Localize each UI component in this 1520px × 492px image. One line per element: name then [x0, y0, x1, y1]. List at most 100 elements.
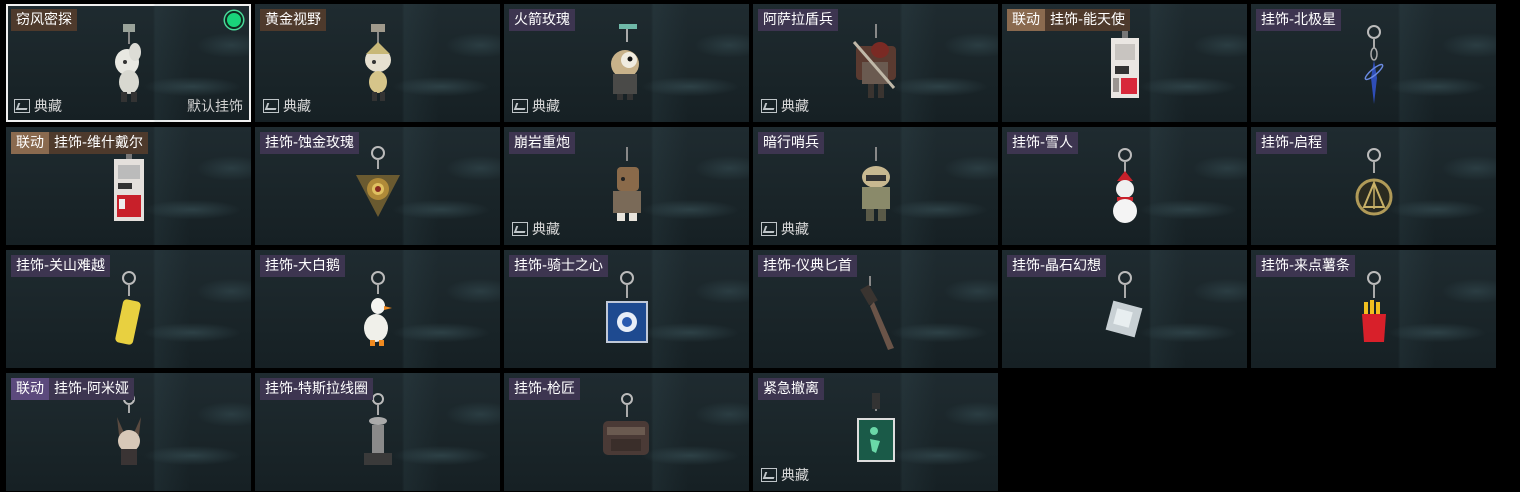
- tesla-coil-charm-icon: [348, 391, 408, 486]
- charm-name: 挂饰-特斯拉线圈: [260, 378, 374, 400]
- charm-card[interactable]: 挂饰-来点薯条: [1251, 250, 1496, 368]
- charm-card[interactable]: 联动 挂饰-能天使: [1002, 4, 1247, 122]
- charm-name: 挂饰-启程: [1256, 132, 1328, 154]
- golden-figure-charm-icon: [348, 22, 408, 117]
- wisadel-card-charm-icon: [99, 145, 159, 240]
- collection-badge: 典藏: [512, 219, 560, 239]
- exusiai-card-charm-icon: [1095, 22, 1155, 117]
- card-header: 挂饰-启程: [1256, 132, 1328, 154]
- charm-card[interactable]: 挂饰-仪典匕首: [753, 250, 998, 368]
- rocket-rose-charm-icon: [597, 22, 657, 117]
- equipped-indicator-icon: [225, 11, 243, 29]
- charm-card[interactable]: 联动 挂饰-维什戴尔: [6, 127, 251, 245]
- charm-card[interactable]: 挂饰-特斯拉线圈: [255, 373, 500, 491]
- charm-card[interactable]: 挂饰-北极星: [1251, 4, 1496, 122]
- card-header: 挂饰-仪典匕首: [758, 255, 858, 277]
- card-header: 阿萨拉盾兵: [758, 9, 838, 31]
- charm-card[interactable]: 挂饰-蚀金玫瑰: [255, 127, 500, 245]
- charm-name: 挂饰-来点薯条: [1256, 255, 1356, 277]
- card-header: 暗行哨兵: [758, 132, 824, 154]
- collection-label: 典藏: [781, 222, 809, 238]
- card-header: 联动 挂饰-能天使: [1007, 9, 1131, 31]
- collection-badge: 典藏: [761, 219, 809, 239]
- collection-icon: [512, 222, 528, 236]
- charm-card[interactable]: 挂饰-雪人: [1002, 127, 1247, 245]
- charm-card[interactable]: 阿萨拉盾兵 典藏: [753, 4, 998, 122]
- charm-card[interactable]: 挂饰-启程: [1251, 127, 1496, 245]
- gold-rose-charm-icon: [348, 145, 408, 240]
- evac-sign-charm-icon: [846, 391, 906, 486]
- charm-name: 挂饰-阿米娅: [49, 378, 135, 400]
- charm-name: 紧急撤离: [758, 378, 824, 400]
- charm-name: 火箭玫瑰: [509, 9, 575, 31]
- collection-badge: 典藏: [761, 96, 809, 116]
- charm-card[interactable]: 窃风密探典藏 默认挂饰: [6, 4, 251, 122]
- card-header: 联动 挂饰-阿米娅: [11, 378, 135, 400]
- knight-heart-charm-icon: [597, 268, 657, 363]
- collection-badge: 典藏: [263, 96, 311, 116]
- amiya-charm-icon: [99, 391, 159, 486]
- card-header: 挂饰-雪人: [1007, 132, 1079, 154]
- card-header: 挂饰-蚀金玫瑰: [260, 132, 360, 154]
- charm-card[interactable]: 挂饰-晶石幻想: [1002, 250, 1247, 368]
- heavy-cannon-charm-icon: [597, 145, 657, 240]
- charm-name: 挂饰-关山难越: [11, 255, 111, 277]
- card-header: 挂饰-北极星: [1256, 9, 1342, 31]
- collection-badge: 典藏: [761, 465, 809, 485]
- card-header: 挂饰-大白鹅: [260, 255, 346, 277]
- card-header: 紧急撤离: [758, 378, 824, 400]
- charm-name: 挂饰-北极星: [1256, 9, 1342, 31]
- gunsmith-case-charm-icon: [597, 391, 657, 486]
- card-header: 挂饰-晶石幻想: [1007, 255, 1107, 277]
- collection-icon: [761, 222, 777, 236]
- shield-soldier-charm-icon: [846, 22, 906, 117]
- charm-name: 挂饰-晶石幻想: [1007, 255, 1107, 277]
- charm-name: 挂饰-蚀金玫瑰: [260, 132, 360, 154]
- collection-badge: 典藏: [14, 96, 62, 116]
- compass-medal-charm-icon: [1344, 145, 1404, 240]
- charm-card[interactable]: 紧急撤离 典藏: [753, 373, 998, 491]
- charm-name: 阿萨拉盾兵: [758, 9, 838, 31]
- white-goose-charm-icon: [348, 268, 408, 363]
- card-header: 挂饰-骑士之心: [509, 255, 609, 277]
- collab-tag: 联动: [1007, 9, 1045, 31]
- charm-card[interactable]: 黄金视野 典藏: [255, 4, 500, 122]
- collection-label: 典藏: [34, 99, 62, 115]
- charm-name: 崩岩重炮: [509, 132, 575, 154]
- sentinel-charm-icon: [846, 145, 906, 240]
- fries-charm-icon: [1344, 268, 1404, 363]
- charm-name: 挂饰-大白鹅: [260, 255, 346, 277]
- charm-name: 暗行哨兵: [758, 132, 824, 154]
- default-charm-label: 默认挂饰: [187, 99, 243, 115]
- card-header: 联动 挂饰-维什戴尔: [11, 132, 149, 154]
- ceremonial-dagger-charm-icon: [846, 268, 906, 363]
- charm-card[interactable]: 暗行哨兵典藏: [753, 127, 998, 245]
- charm-name: 挂饰-仪典匕首: [758, 255, 858, 277]
- collection-icon: [14, 99, 30, 113]
- charm-card[interactable]: 联动 挂饰-阿米娅: [6, 373, 251, 491]
- polaris-charm-icon: [1344, 22, 1404, 117]
- yellow-tag-charm-icon: [99, 268, 159, 363]
- crystal-charm-icon: [1095, 268, 1155, 363]
- charm-card[interactable]: 挂饰-骑士之心: [504, 250, 749, 368]
- charm-card[interactable]: 挂饰-大白鹅: [255, 250, 500, 368]
- charm-card[interactable]: 崩岩重炮 典藏: [504, 127, 749, 245]
- charm-name: 挂饰-能天使: [1045, 9, 1131, 31]
- charm-card[interactable]: 火箭玫瑰典藏: [504, 4, 749, 122]
- card-header: 挂饰-关山难越: [11, 255, 111, 277]
- card-header: 崩岩重炮: [509, 132, 575, 154]
- charm-name: 挂饰-雪人: [1007, 132, 1079, 154]
- charm-name: 挂饰-维什戴尔: [49, 132, 149, 154]
- charm-name: 挂饰-骑士之心: [509, 255, 609, 277]
- card-header: 火箭玫瑰: [509, 9, 575, 31]
- charm-name: 窃风密探: [11, 9, 77, 31]
- card-header: 挂饰-来点薯条: [1256, 255, 1356, 277]
- collection-label: 典藏: [532, 99, 560, 115]
- collection-icon: [263, 99, 279, 113]
- charm-card[interactable]: 挂饰-枪匠: [504, 373, 749, 491]
- snowman-charm-icon: [1095, 145, 1155, 240]
- charm-card[interactable]: 挂饰-关山难越: [6, 250, 251, 368]
- card-header: 窃风密探: [11, 9, 77, 31]
- card-header: 挂饰-枪匠: [509, 378, 581, 400]
- collection-label: 典藏: [781, 99, 809, 115]
